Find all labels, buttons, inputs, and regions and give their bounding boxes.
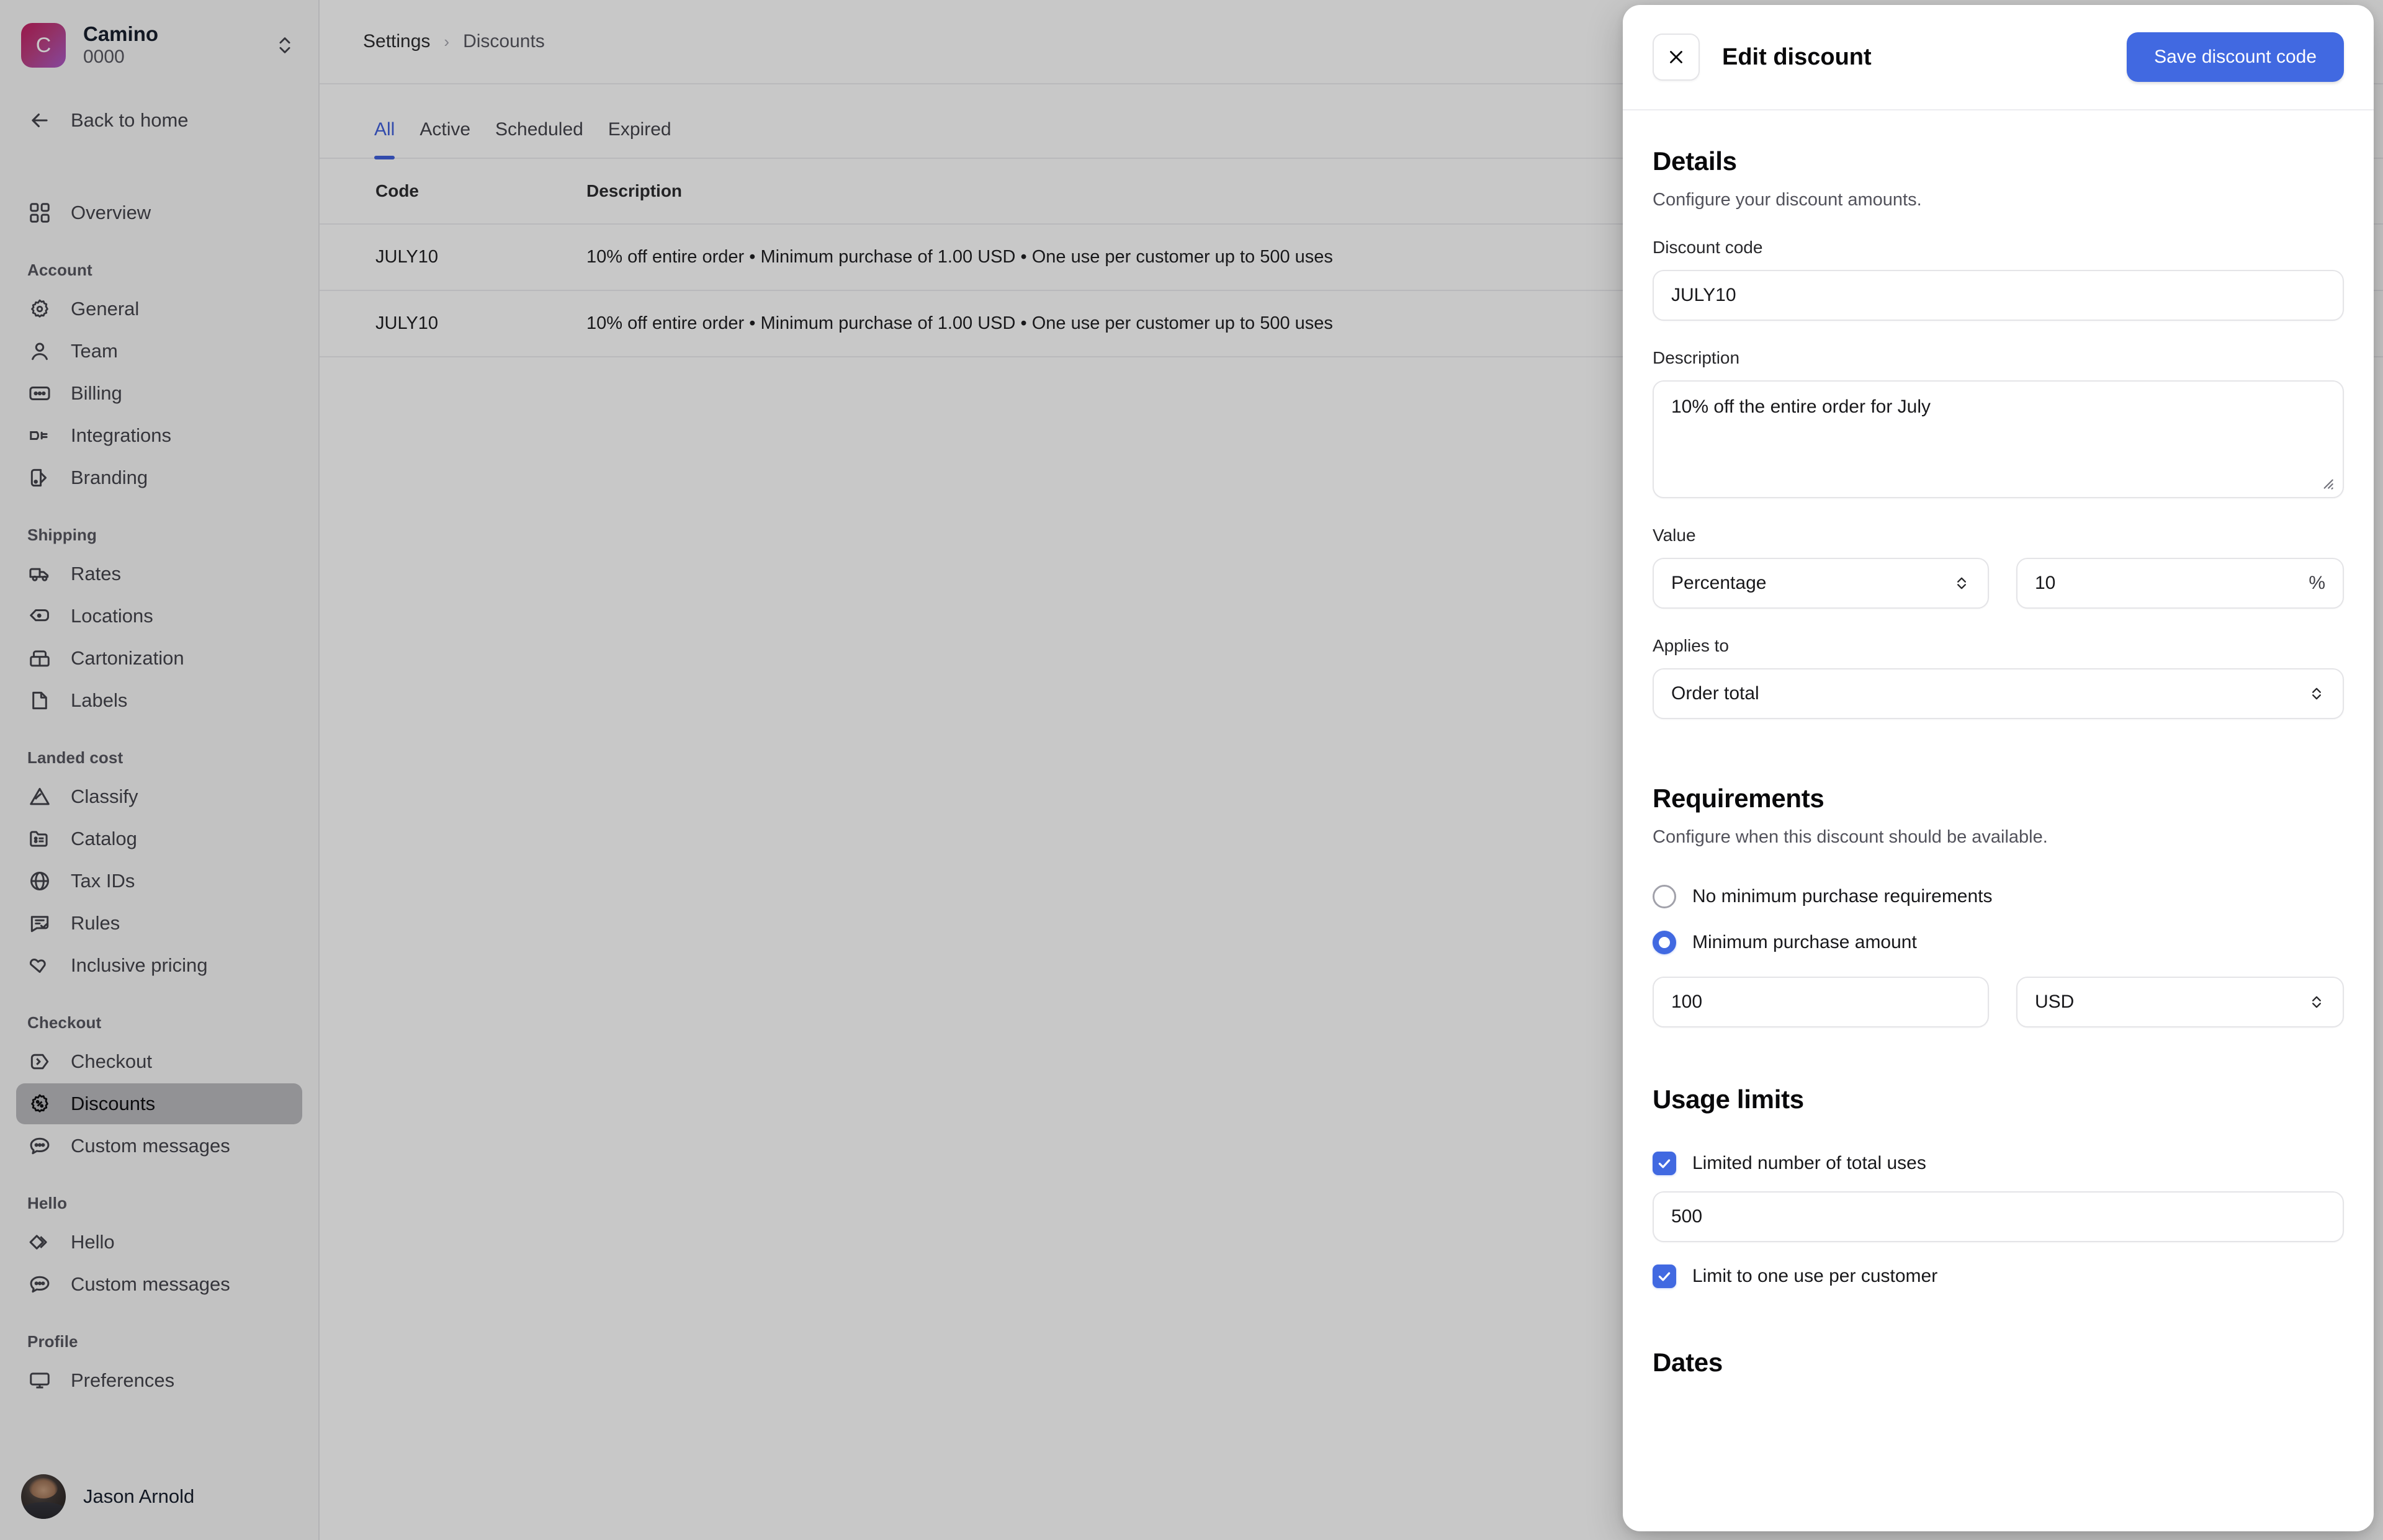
value-label: Value	[1653, 526, 1696, 545]
minimum-amount-input[interactable]: 100	[1653, 977, 1989, 1027]
radio-minimum-purchase-label: Minimum purchase amount	[1692, 932, 1917, 952]
total-uses-input[interactable]: 500	[1653, 1191, 2344, 1242]
value-amount-value: 10	[2035, 573, 2056, 593]
radio-no-minimum[interactable]	[1653, 885, 1676, 908]
description-label: Description	[1653, 348, 1740, 367]
description-field: Description 10% off the entire order for…	[1653, 348, 2344, 498]
checkbox-one-use-per-customer[interactable]	[1653, 1265, 1676, 1288]
chevron-up-down-icon	[2308, 990, 2325, 1014]
chevron-up-down-icon	[2308, 681, 2325, 706]
limited-total-uses-label: Limited number of total uses	[1692, 1153, 1926, 1173]
requirements-heading: Requirements	[1653, 784, 1824, 813]
edit-discount-panel: Edit discount Save discount code Details…	[1623, 5, 2374, 1531]
check-icon	[1658, 1159, 1671, 1168]
details-heading: Details	[1653, 146, 1737, 176]
dates-heading: Dates	[1653, 1348, 1723, 1377]
requirements-subheading: Configure when this discount should be a…	[1653, 827, 2048, 847]
value-type-value: Percentage	[1671, 573, 1767, 593]
minimum-purchase-row: 100 USD	[1653, 977, 2344, 1027]
checkbox-limited-total-uses[interactable]	[1653, 1152, 1676, 1175]
currency-value: USD	[2035, 992, 2075, 1012]
applies-to-value: Order total	[1671, 683, 1759, 704]
radio-no-minimum-label: No minimum purchase requirements	[1692, 886, 1993, 907]
radio-minimum-purchase[interactable]	[1653, 931, 1676, 954]
panel-header: Edit discount Save discount code	[1623, 5, 2374, 110]
one-use-per-customer-label: Limit to one use per customer	[1692, 1266, 1938, 1286]
no-minimum-purchase-radio-row[interactable]: No minimum purchase requirements	[1653, 885, 2344, 908]
requirements-section: Requirements Configure when this discoun…	[1653, 784, 2344, 1027]
minimum-purchase-radio-row[interactable]: Minimum purchase amount	[1653, 931, 2344, 954]
close-icon	[1670, 51, 1682, 63]
value-amount-input[interactable]: 10 %	[2016, 558, 2344, 609]
details-section: Details Configure your discount amounts.…	[1653, 146, 2344, 719]
value-field: Value Percentage 10 %	[1653, 526, 2344, 609]
chevron-up-down-icon	[1953, 571, 1970, 596]
currency-select[interactable]: USD	[2016, 977, 2344, 1027]
close-button[interactable]	[1653, 34, 1700, 81]
description-value: 10% off the entire order for July	[1671, 396, 1931, 417]
check-icon	[1658, 1272, 1671, 1281]
discount-code-label: Discount code	[1653, 238, 1763, 257]
one-use-per-customer-row[interactable]: Limit to one use per customer	[1653, 1265, 2344, 1288]
dates-section: Dates	[1653, 1348, 2344, 1377]
details-subheading: Configure your discount amounts.	[1653, 190, 1922, 210]
total-uses-field: 500	[1653, 1191, 2344, 1242]
description-textarea[interactable]: 10% off the entire order for July	[1653, 380, 2344, 498]
discount-code-input[interactable]: JULY10	[1653, 270, 2344, 321]
limited-total-uses-row[interactable]: Limited number of total uses	[1653, 1152, 2344, 1175]
usage-limits-section: Usage limits Limited number of total use…	[1653, 1085, 2344, 1288]
resize-grip-icon[interactable]	[2319, 475, 2335, 491]
percent-suffix: %	[2309, 573, 2325, 593]
usage-limits-heading: Usage limits	[1653, 1085, 1804, 1114]
panel-title: Edit discount	[1722, 43, 1872, 70]
applies-to-label: Applies to	[1653, 636, 1729, 655]
value-type-select[interactable]: Percentage	[1653, 558, 1989, 609]
discount-code-field: Discount code JULY10	[1653, 238, 2344, 321]
applies-to-select[interactable]: Order total	[1653, 668, 2344, 719]
panel-body: Details Configure your discount amounts.…	[1623, 110, 2374, 1531]
applies-to-field: Applies to Order total	[1653, 636, 2344, 719]
save-discount-code-button[interactable]: Save discount code	[2127, 32, 2344, 82]
